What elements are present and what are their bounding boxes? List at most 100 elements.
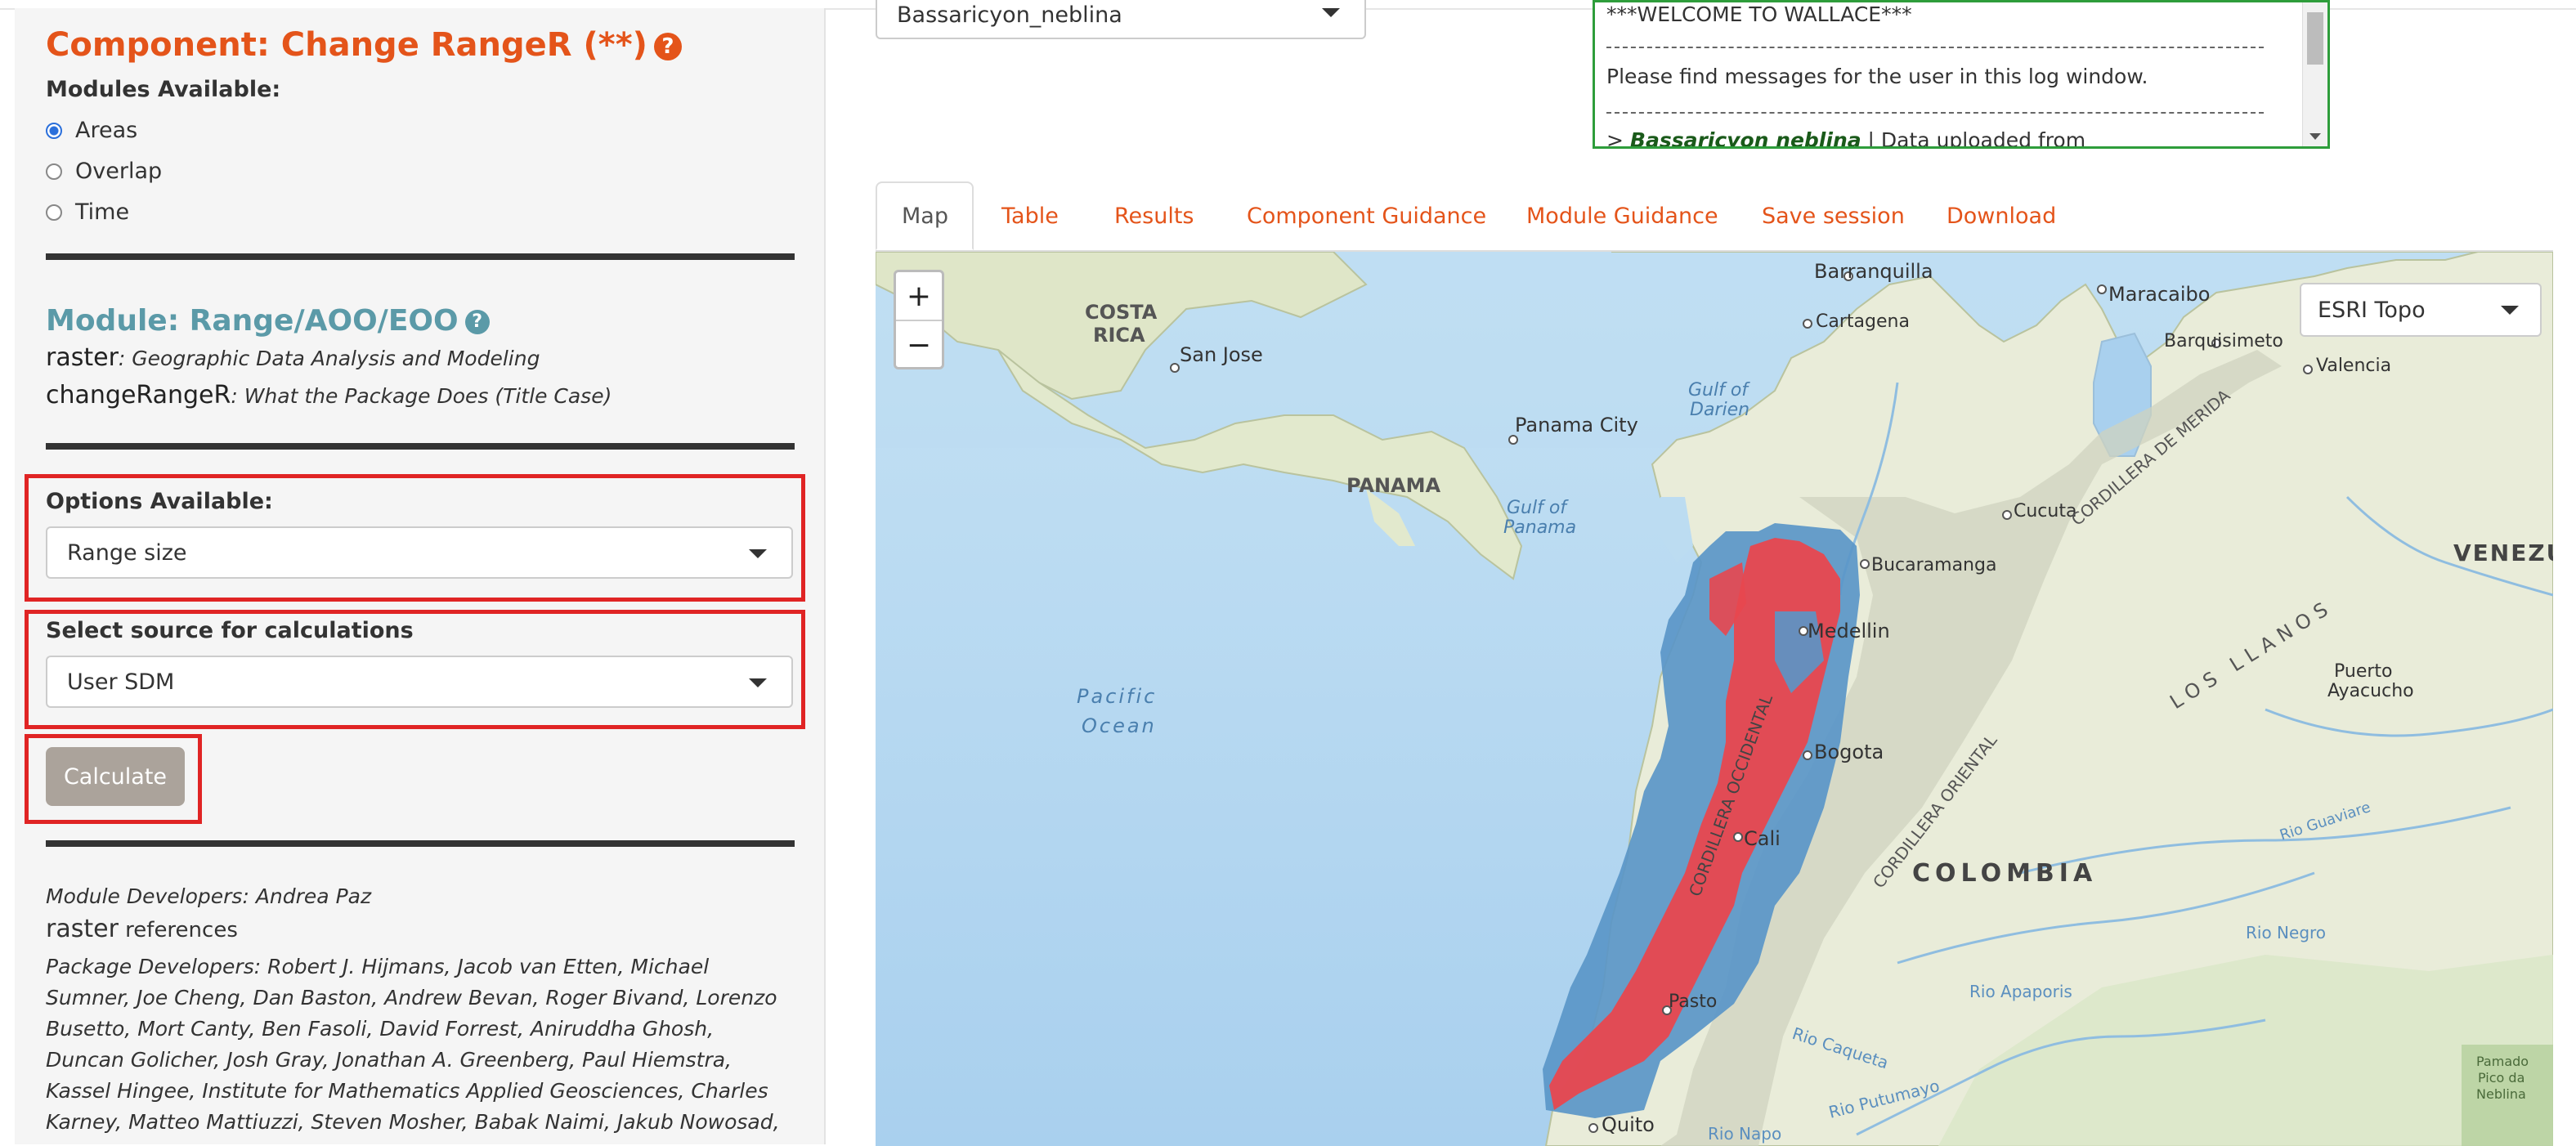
species-select-value: Bassaricyon_neblina	[897, 2, 1122, 28]
map-label: VENEZU	[2453, 539, 2553, 566]
map-label: San Jose	[1180, 343, 1263, 366]
log-entry: > Bassaricyon neblina | Data uploaded fr…	[1606, 128, 2086, 149]
map-label: PANAMA	[1346, 474, 1441, 497]
modules-available-label: Modules Available:	[46, 77, 281, 102]
chevron-down-icon	[1322, 8, 1340, 17]
zoom-in-button[interactable]: +	[896, 272, 942, 320]
map-label: Darien	[1690, 400, 1749, 420]
map-label: Medellin	[1808, 620, 1890, 642]
city-dot	[2097, 284, 2107, 294]
chevron-down-icon	[749, 549, 767, 558]
options-select[interactable]: Range size	[46, 526, 793, 579]
city-dot	[1733, 832, 1743, 842]
map-label: Gulf of	[1688, 380, 1750, 401]
map-label: Panama City	[1515, 414, 1638, 436]
map-canvas[interactable]: Barranquilla Maracaibo COSTA RICA Cartag…	[876, 252, 2553, 1146]
map-label: COSTA	[1085, 301, 1158, 324]
log-entry-species: Bassaricyon neblina	[1629, 128, 1861, 149]
species-select[interactable]: Bassaricyon_neblina	[876, 0, 1366, 39]
map-label: Panama	[1503, 517, 1576, 538]
divider	[46, 840, 795, 847]
map-label: Maracaibo	[2108, 283, 2210, 306]
basemap-select[interactable]: ESRI Topo	[2300, 283, 2542, 337]
package-desc: : What the Package Does (Title Case)	[231, 384, 612, 408]
component-title-text: Component: Change RangeR (**)	[46, 26, 647, 64]
help-icon[interactable]: ?	[653, 33, 682, 60]
map-label: RICA	[1093, 324, 1145, 347]
source-select[interactable]: User SDM	[46, 656, 793, 708]
options-available-label: Options Available:	[46, 489, 273, 514]
chevron-down-icon	[749, 678, 767, 687]
map-label: Pasto	[1669, 992, 1717, 1012]
log-welcome: ***WELCOME TO WALLACE***	[1606, 2, 1912, 26]
chevron-down-icon	[2501, 306, 2519, 315]
map-label: Cali	[1744, 827, 1781, 850]
help-icon[interactable]: ?	[464, 310, 490, 334]
radio-label: Areas	[75, 118, 138, 143]
map-label: Ayacucho	[2327, 681, 2414, 701]
calculate-button[interactable]: Calculate	[46, 747, 185, 806]
log-separator	[1606, 47, 2264, 48]
source-select-value: User SDM	[67, 669, 175, 695]
tab-component-guidance[interactable]: Component Guidance	[1247, 181, 1486, 250]
map-label: Barranquilla	[1814, 260, 1933, 283]
tab-save-session[interactable]: Save session	[1762, 181, 1905, 250]
log-scrollbar[interactable]	[2302, 2, 2327, 146]
tab-download[interactable]: Download	[1947, 181, 2056, 250]
module-title-text: Module: Range/AOO/EOO	[46, 304, 459, 338]
radio-button[interactable]	[46, 163, 62, 180]
scrollbar-thumb[interactable]	[2307, 12, 2323, 65]
radio-overlap[interactable]: Overlap	[46, 159, 162, 184]
radio-button-selected[interactable]	[46, 122, 62, 139]
map-label: Cucuta	[2014, 501, 2076, 522]
map-label: Bucaramanga	[1871, 555, 1996, 575]
tab-map[interactable]: Map	[876, 181, 974, 250]
radio-time[interactable]: Time	[46, 199, 129, 225]
package-changeranger: changeRangeR: What the Package Does (Tit…	[46, 381, 612, 410]
map-label: Gulf of	[1507, 498, 1569, 518]
divider	[46, 443, 795, 450]
sidebar-panel: Component: Change RangeR (**)? Modules A…	[15, 8, 826, 1144]
city-dot	[2303, 365, 2313, 374]
radio-areas[interactable]: Areas	[46, 118, 137, 143]
log-entry-prefix: >	[1606, 128, 1630, 149]
tab-module-guidance[interactable]: Module Guidance	[1526, 181, 1718, 250]
map-label: COLOMBIA	[1912, 859, 2097, 888]
options-select-value: Range size	[67, 539, 187, 566]
city-dot	[1860, 559, 1870, 569]
map-label: Pico da	[2478, 1070, 2524, 1086]
zoom-out-button[interactable]: −	[896, 321, 942, 369]
package-references: raster references	[46, 914, 798, 946]
log-entry-text: | Data uploaded from	[1861, 128, 2086, 149]
log-window[interactable]: ***WELCOME TO WALLACE*** Please find mes…	[1593, 0, 2330, 149]
package-name: changeRangeR	[46, 381, 231, 410]
map-label: Rio Apaporis	[1969, 982, 2072, 1001]
city-dot	[1508, 435, 1518, 445]
ref-word[interactable]: references	[119, 918, 238, 942]
map-label: Rio Napo	[1708, 1124, 1781, 1144]
city-dot	[2002, 510, 2012, 520]
source-label: Select source for calculations	[46, 618, 414, 643]
package-raster: raster: Geographic Data Analysis and Mod…	[46, 343, 540, 372]
package-name: raster	[46, 343, 119, 372]
radio-button[interactable]	[46, 204, 62, 221]
map-panel[interactable]: Barranquilla Maracaibo COSTA RICA Cartag…	[876, 250, 2553, 1146]
map-label: Ocean	[1082, 714, 1157, 737]
zoom-control: + −	[894, 270, 944, 369]
map-label: Neblina	[2476, 1086, 2526, 1102]
module-title: Module: Range/AOO/EOO?	[46, 304, 490, 338]
city-dot	[1803, 750, 1812, 760]
module-developers: Module Developers: Andrea Paz	[46, 884, 372, 908]
map-label: Pamado	[2476, 1054, 2529, 1069]
radio-label: Overlap	[75, 159, 163, 184]
ref-package-name: raster	[46, 915, 119, 943]
package-desc: : Geographic Data Analysis and Modeling	[118, 347, 540, 370]
map-label: Quito	[1602, 1113, 1655, 1136]
tab-table[interactable]: Table	[1001, 181, 1059, 250]
city-dot	[1170, 363, 1180, 373]
map-label: Cartagena	[1816, 311, 1910, 332]
city-dot	[1803, 319, 1812, 329]
tab-results[interactable]: Results	[1114, 181, 1194, 250]
map-label: Rio Negro	[2246, 923, 2326, 942]
scroll-down-arrow-icon[interactable]	[2309, 133, 2321, 140]
